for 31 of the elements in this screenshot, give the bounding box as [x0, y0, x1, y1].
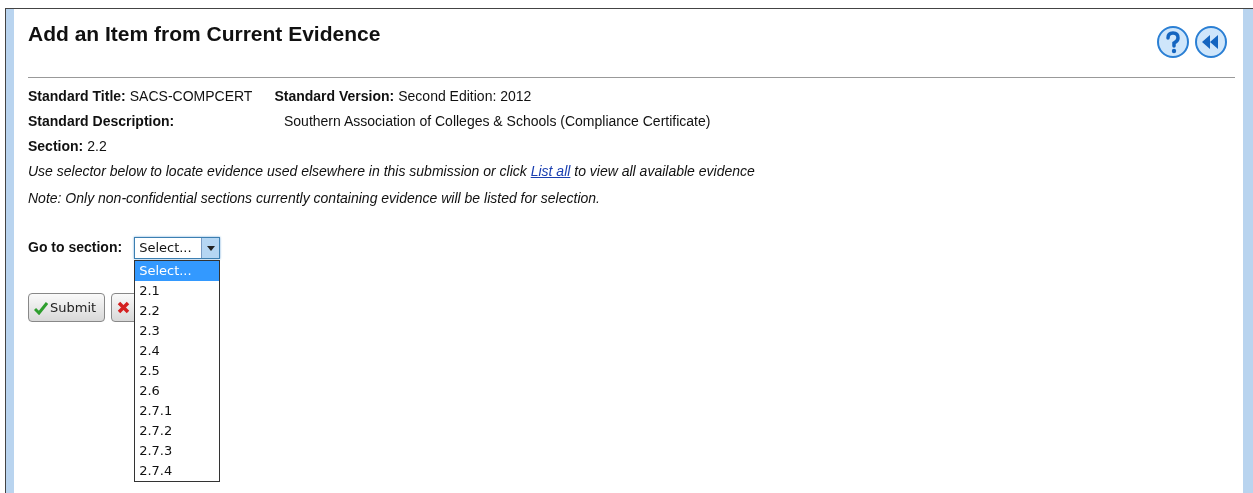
dropdown-option[interactable]: 2.4: [135, 341, 220, 361]
dropdown-option[interactable]: 2.7.4: [135, 461, 220, 481]
detail-label: Standard Version:: [274, 88, 395, 104]
section-dropdown[interactable]: Select...: [134, 237, 221, 259]
list-all-link[interactable]: List all: [530, 163, 571, 179]
dropdown-option[interactable]: 2.7.3: [135, 441, 220, 461]
cross-icon: [117, 301, 131, 314]
dropdown-option[interactable]: 2.1: [135, 281, 220, 301]
detail-label: Standard Title:: [28, 88, 126, 104]
detail-value: SACS-COMPCERT: [129, 88, 253, 104]
caret-icon: [206, 245, 215, 251]
dropdown-option[interactable]: 2.6: [135, 381, 220, 401]
detail-label: Section:: [28, 138, 84, 154]
rewind-icon[interactable]: [1195, 26, 1227, 58]
instruction-text: Use selector below to locate evidence used elsewhere in this submission or click List all to view all available evidence: [28, 163, 756, 180]
detail-value: Second Edition: 2012: [398, 88, 532, 104]
dropdown-option[interactable]: 2.7.1: [135, 401, 220, 421]
detail-value: 2.2: [87, 138, 107, 154]
page-title: Add an Item from Current Evidence: [28, 22, 381, 46]
help-icon[interactable]: [1157, 26, 1189, 58]
detail-value: Southern Association of Colleges & Schools (Compliance Certificate): [284, 113, 711, 129]
dropdown-option[interactable]: 2.7.2: [135, 421, 220, 441]
note-text: Note: Only non-confidential sections currently containing evidence will be listed for selection.: [28, 190, 601, 207]
section-label: Go to section:: [28, 239, 123, 255]
check-icon: [34, 300, 48, 315]
dropdown-option[interactable]: 2.5: [135, 361, 220, 381]
submit-button[interactable]: Submit: [28, 293, 106, 322]
detail-label: Standard Description:: [28, 113, 176, 130]
dropdown-option[interactable]: 2.2: [135, 301, 220, 321]
scrollbar[interactable]: [1243, 9, 1253, 493]
dropdown-option[interactable]: 2.3: [135, 321, 220, 341]
